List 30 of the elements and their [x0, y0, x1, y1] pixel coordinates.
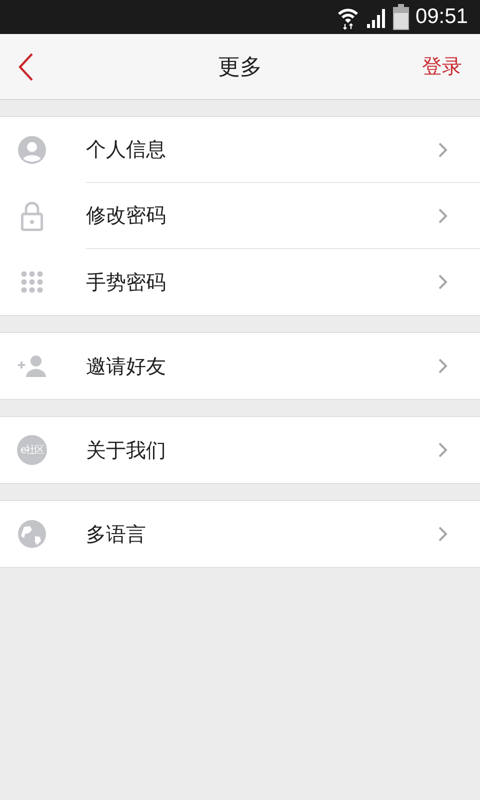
menu-label: 手势密码: [86, 268, 167, 296]
page-title: 更多: [218, 54, 262, 82]
globe-icon: [18, 520, 46, 548]
menu-label: 关于我们: [86, 436, 167, 464]
chevron-right-icon: [438, 358, 448, 374]
person-icon: [18, 136, 46, 164]
menu-item[interactable]: e社区 关于我们: [0, 417, 480, 483]
chevron-right-icon: [438, 142, 448, 158]
menu-item[interactable]: 邀请好友: [0, 333, 480, 399]
chevron-right-icon: [438, 526, 448, 542]
chevron-right-icon: [438, 274, 448, 290]
badge-icon: e社区: [17, 435, 47, 465]
lock-icon: [21, 201, 43, 231]
chevron-right-icon: [438, 442, 448, 458]
back-icon[interactable]: [18, 52, 34, 80]
login-button[interactable]: 登录: [422, 53, 462, 80]
menu-item[interactable]: 修改密码: [0, 183, 480, 249]
status-time: 09:51: [415, 5, 468, 29]
menu-label: 邀请好友: [86, 352, 167, 380]
chevron-right-icon: [438, 208, 448, 224]
add-person-icon: [17, 355, 47, 377]
menu-item[interactable]: 多语言: [0, 501, 480, 567]
battery-icon: [393, 4, 410, 30]
menu-label: 多语言: [86, 520, 147, 548]
menu-label: 修改密码: [86, 202, 167, 229]
signal-icon: [365, 6, 388, 28]
menu-item[interactable]: 个人信息: [0, 117, 480, 183]
dot-grid-icon: [21, 271, 43, 293]
menu-item[interactable]: 手势密码: [0, 249, 480, 315]
menu-label: 个人信息: [86, 136, 167, 163]
